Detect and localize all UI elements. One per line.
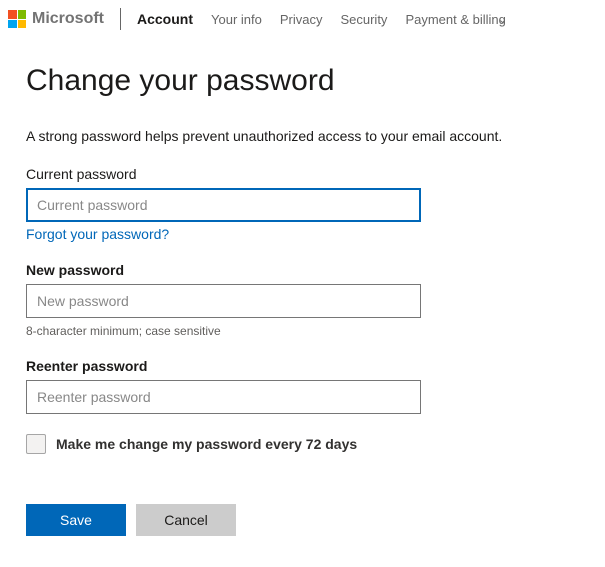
nav-payment-billing-label: Payment & billing <box>405 12 505 27</box>
rotate-password-checkbox[interactable] <box>26 434 46 454</box>
nav-payment-billing[interactable]: Payment & billing ⌄ <box>405 12 507 27</box>
current-password-field: Current password Forgot your password? <box>26 166 579 242</box>
rotate-password-label: Make me change my password every 72 days <box>56 436 357 452</box>
nav-account[interactable]: Account <box>137 11 193 27</box>
main-content: Change your password A strong password h… <box>0 38 605 556</box>
new-password-input[interactable] <box>26 284 421 318</box>
nav-security[interactable]: Security <box>340 12 387 27</box>
page-subtitle: A strong password helps prevent unauthor… <box>26 128 579 144</box>
global-header: Microsoft Account Your info Privacy Secu… <box>0 0 605 38</box>
current-password-label: Current password <box>26 166 579 182</box>
cancel-button[interactable]: Cancel <box>136 504 236 536</box>
new-password-label: New password <box>26 262 579 278</box>
new-password-hint: 8-character minimum; case sensitive <box>26 324 579 338</box>
microsoft-logo-icon <box>8 10 26 28</box>
reenter-password-label: Reenter password <box>26 358 579 374</box>
reenter-password-input[interactable] <box>26 380 421 414</box>
top-nav: Account Your info Privacy Security Payme… <box>137 11 507 27</box>
forgot-password-link[interactable]: Forgot your password? <box>26 226 169 242</box>
chevron-down-icon: ⌄ <box>498 13 507 26</box>
brand-name: Microsoft <box>32 10 104 28</box>
save-button[interactable]: Save <box>26 504 126 536</box>
form-actions: Save Cancel <box>26 504 579 536</box>
brand-logo[interactable]: Microsoft <box>8 10 104 28</box>
page-title: Change your password <box>26 64 579 98</box>
reenter-password-field: Reenter password <box>26 358 579 414</box>
nav-privacy[interactable]: Privacy <box>280 12 323 27</box>
header-separator <box>120 8 121 30</box>
current-password-input[interactable] <box>26 188 421 222</box>
rotate-password-option[interactable]: Make me change my password every 72 days <box>26 434 579 454</box>
nav-your-info[interactable]: Your info <box>211 12 262 27</box>
new-password-field: New password 8-character minimum; case s… <box>26 262 579 338</box>
